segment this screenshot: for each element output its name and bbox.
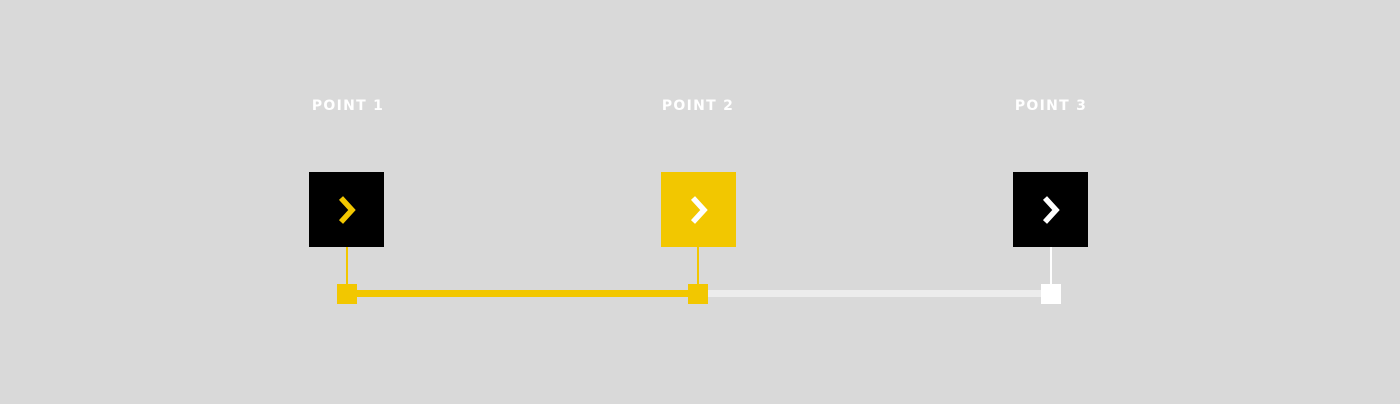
step-1-button[interactable] <box>309 172 384 247</box>
track-segment-completed <box>347 290 698 297</box>
step-2-label: POINT 2 <box>661 98 735 114</box>
step-2-button[interactable] <box>661 172 736 247</box>
step-2-node[interactable] <box>688 284 708 304</box>
step-3-connector <box>1050 247 1052 285</box>
chevron-right-icon <box>338 195 356 224</box>
step-3-label: POINT 3 <box>1014 98 1088 114</box>
chevron-right-icon <box>690 195 708 224</box>
step-1-node[interactable] <box>337 284 357 304</box>
step-2-connector <box>697 247 699 285</box>
step-1-connector <box>346 247 348 285</box>
track-segment-upcoming <box>698 290 1051 297</box>
chevron-right-icon <box>1042 195 1060 224</box>
progress-stepper: POINT 1 POINT 2 POINT 3 <box>0 0 1400 404</box>
step-3-node[interactable] <box>1041 284 1061 304</box>
step-3-button[interactable] <box>1013 172 1088 247</box>
step-1-label: POINT 1 <box>311 98 385 114</box>
